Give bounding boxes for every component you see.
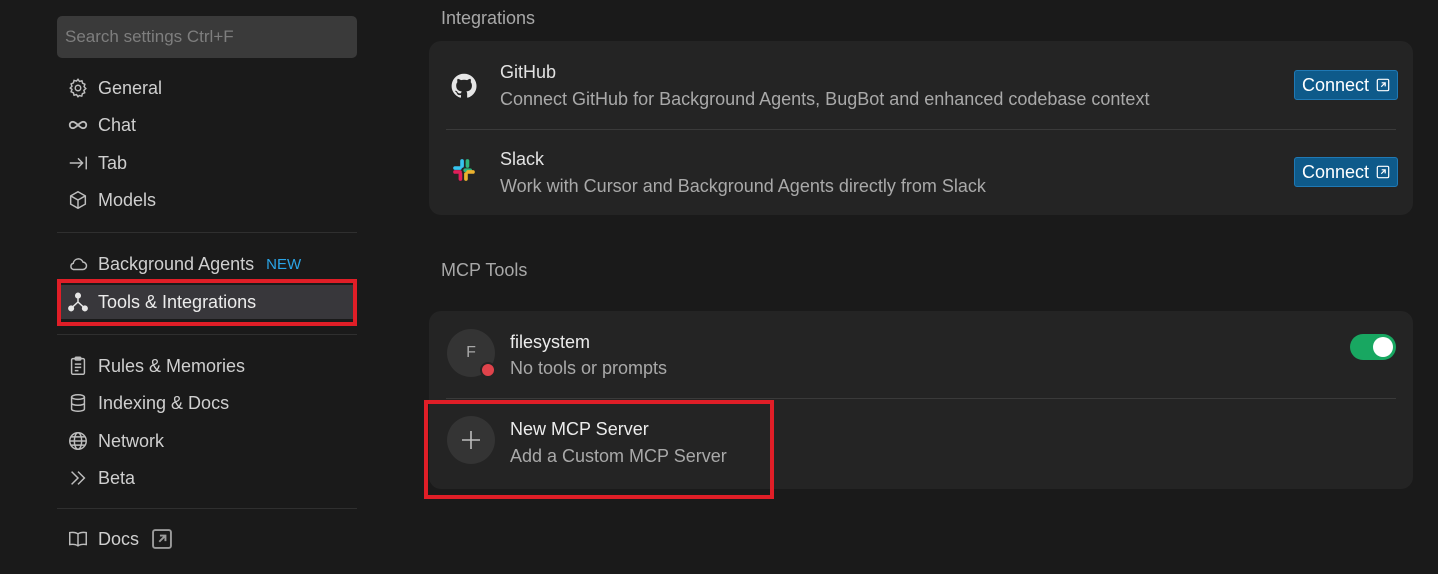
avatar-initial: F [466,344,476,361]
tools-icon [66,290,90,314]
integration-description: Connect GitHub for Background Agents, Bu… [500,89,1150,109]
external-link-icon [1376,78,1390,92]
sidebar-item-models[interactable]: Models [57,183,357,217]
sidebar-item-label: Rules & Memories [98,355,246,376]
new-mcp-server-button[interactable]: New MCP Server Add a Custom MCP Server [429,399,1413,489]
integration-description: Work with Cursor and Background Agents d… [500,176,986,196]
sidebar-item-indexing-docs[interactable]: Indexing & Docs [57,386,357,420]
sidebar-item-general[interactable]: General [57,71,357,105]
sidebar-item-docs[interactable]: Docs [57,522,357,556]
sidebar-item-tools-integrations[interactable]: Tools & Integrations [57,285,357,319]
github-connect-button[interactable]: Connect [1294,70,1399,100]
button-label: Connect [1302,161,1370,182]
cloud-icon [66,252,90,276]
globe-icon [66,429,90,453]
book-icon [66,527,90,551]
sidebar-item-label: General [98,77,163,98]
server-toggle[interactable] [1350,334,1396,360]
sidebar-item-label: Background Agents [98,253,255,274]
sidebar-item-label: Network [98,430,165,451]
gear-icon [66,76,90,100]
sidebar-divider [57,334,357,335]
mcp-section-title: MCP Tools [441,260,528,280]
mcp-card: F filesystem No tools or prompts New MCP… [429,311,1413,489]
server-name: filesystem [510,332,591,352]
sidebar-item-label: Tab [98,152,128,173]
integrations-section-title: Integrations [441,8,536,28]
external-link-icon [1376,165,1390,179]
integration-row-slack: Slack Work with Cursor and Background Ag… [429,129,1413,215]
settings-sidebar: General Chat Tab Models Background [57,16,357,549]
arrow-right-bar-icon [66,151,90,175]
sidebar-item-tab[interactable]: Tab [57,146,357,180]
sidebar-item-rules-memories[interactable]: Rules & Memories [57,349,357,383]
sidebar-item-label: Beta [98,467,136,488]
external-link-icon [152,529,172,549]
sidebar-item-label: Models [98,189,157,210]
mcp-server-row[interactable]: F filesystem No tools or prompts [429,311,1413,399]
integration-name: Slack [500,149,545,169]
toggle-knob [1373,337,1393,357]
status-dot [480,362,496,378]
sidebar-divider [57,508,357,509]
new-server-title: New MCP Server [510,419,649,439]
server-status: No tools or prompts [510,358,668,378]
infinity-icon [66,113,90,137]
integration-row-github: GitHub Connect GitHub for Background Age… [429,41,1413,129]
new-server-subtitle: Add a Custom MCP Server [510,446,727,466]
settings-window: General Chat Tab Models Background [0,0,1438,574]
button-label: Connect [1302,74,1370,95]
sidebar-item-label: Indexing & Docs [98,392,230,413]
sidebar-item-beta[interactable]: Beta [57,461,357,495]
sidebar-item-background-agents[interactable]: Background Agents NEW [57,247,357,281]
integration-name: GitHub [500,62,557,82]
double-chevron-icon [66,466,90,490]
new-badge: NEW [266,255,302,273]
sidebar-item-label: Docs [98,528,140,549]
slack-icon [453,159,475,181]
integrations-card: GitHub Connect GitHub for Background Age… [429,41,1413,215]
sidebar-divider [57,232,357,233]
sidebar-item-label: Tools & Integrations [98,291,257,312]
clipboard-icon [66,354,90,378]
sidebar-item-label: Chat [98,114,137,135]
sidebar-item-chat[interactable]: Chat [57,108,357,142]
search-input[interactable] [57,16,357,58]
github-icon [451,73,477,98]
plus-icon [447,416,495,464]
database-icon [66,391,90,415]
sidebar-item-network[interactable]: Network [57,424,357,458]
slack-connect-button[interactable]: Connect [1294,157,1399,187]
cube-icon [66,188,90,212]
